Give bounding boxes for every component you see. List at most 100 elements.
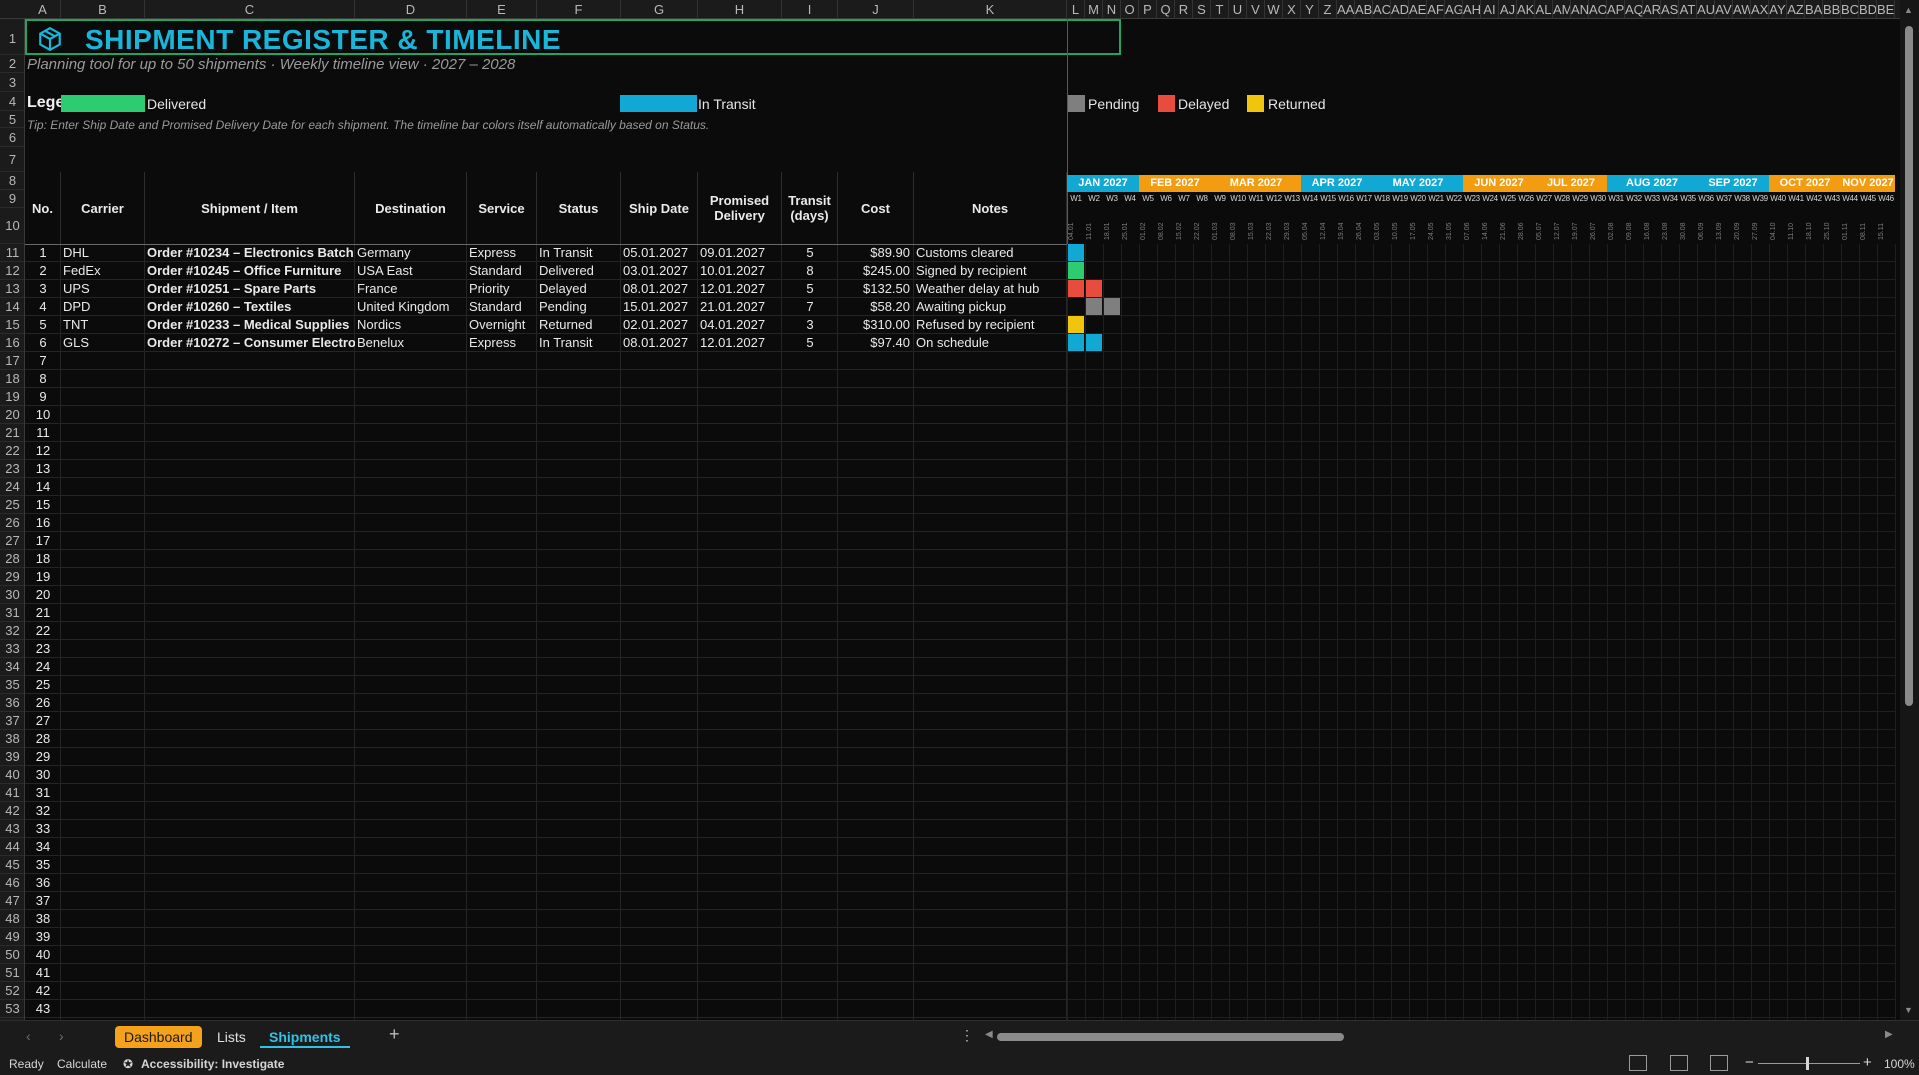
cell-ship-date[interactable]: 05.01.2027 <box>621 244 698 262</box>
cell-no[interactable]: 20 <box>25 586 61 604</box>
cell-carrier[interactable]: UPS <box>61 280 145 298</box>
cell-no[interactable]: 36 <box>25 874 61 892</box>
cell-cost[interactable]: $97.40 <box>838 334 914 352</box>
cell-no[interactable]: 29 <box>25 748 61 766</box>
header-notes[interactable]: Notes <box>914 172 1067 244</box>
cell-transit-days[interactable]: 8 <box>782 262 838 280</box>
column-header-e[interactable]: E <box>467 0 537 19</box>
cell-no[interactable]: 37 <box>25 892 61 910</box>
row-header[interactable]: 31 <box>0 604 24 622</box>
column-header-ae[interactable]: AE <box>1409 0 1427 19</box>
row-header[interactable]: 18 <box>0 370 24 388</box>
cell-no[interactable]: 35 <box>25 856 61 874</box>
cell-no[interactable]: 11 <box>25 424 61 442</box>
column-header-g[interactable]: G <box>621 0 698 19</box>
column-header-ac[interactable]: AC <box>1373 0 1391 19</box>
cell-destination[interactable]: Germany <box>355 244 467 262</box>
header-cost[interactable]: Cost <box>838 172 914 244</box>
cell-notes[interactable]: Signed by recipient <box>914 262 1067 280</box>
header-status[interactable]: Status <box>537 172 621 244</box>
cell-status[interactable]: In Transit <box>537 334 621 352</box>
column-header-am[interactable]: AM <box>1553 0 1571 19</box>
row-header[interactable]: 1 <box>0 19 24 55</box>
cell-service[interactable]: Priority <box>467 280 537 298</box>
cell-no[interactable]: 18 <box>25 550 61 568</box>
column-header-at[interactable]: AT <box>1679 0 1697 19</box>
column-header-p[interactable]: P <box>1139 0 1157 19</box>
cell-no[interactable]: 40 <box>25 946 61 964</box>
zoom-in-icon[interactable]: + <box>1863 1054 1872 1071</box>
zoom-slider-knob[interactable] <box>1806 1057 1809 1070</box>
cell-no[interactable]: 1 <box>25 244 61 262</box>
cell-no[interactable]: 43 <box>25 1000 61 1018</box>
header-transit-days[interactable]: Transit (days) <box>782 172 838 244</box>
tab-shipments[interactable]: Shipments <box>260 1026 350 1048</box>
column-header-o[interactable]: O <box>1121 0 1139 19</box>
cell-ship-date[interactable]: 02.01.2027 <box>621 316 698 334</box>
cell-no[interactable]: 4 <box>25 298 61 316</box>
column-header-ag[interactable]: AG <box>1445 0 1463 19</box>
cell-no[interactable]: 33 <box>25 820 61 838</box>
cell-no[interactable]: 9 <box>25 388 61 406</box>
cell-shipment-item[interactable]: Order #10233 – Medical Supplies <box>145 316 355 334</box>
column-header-ad[interactable]: AD <box>1391 0 1409 19</box>
header-promised-delivery[interactable]: Promised Delivery <box>698 172 782 244</box>
column-header-n[interactable]: N <box>1103 0 1121 19</box>
cell-notes[interactable]: Refused by recipient <box>914 316 1067 334</box>
cell-no[interactable]: 21 <box>25 604 61 622</box>
cell-cost[interactable]: $58.20 <box>838 298 914 316</box>
column-header-v[interactable]: V <box>1247 0 1265 19</box>
column-header-aa[interactable]: AA <box>1337 0 1355 19</box>
row-header[interactable]: 42 <box>0 802 24 820</box>
cell-shipment-item[interactable]: Order #10234 – Electronics Batch <box>145 244 355 262</box>
column-header-j[interactable]: J <box>838 0 914 19</box>
column-header-s[interactable]: S <box>1193 0 1211 19</box>
add-sheet-icon[interactable]: + <box>389 1024 400 1045</box>
cell-notes[interactable]: Customs cleared <box>914 244 1067 262</box>
cell-service[interactable]: Standard <box>467 262 537 280</box>
row-header[interactable]: 46 <box>0 874 24 892</box>
page-break-preview-icon[interactable] <box>1710 1055 1728 1071</box>
row-header[interactable]: 37 <box>0 712 24 730</box>
row-header[interactable]: 15 <box>0 316 24 334</box>
cell-ship-date[interactable]: 08.01.2027 <box>621 334 698 352</box>
cell-status[interactable]: Delivered <box>537 262 621 280</box>
row-header[interactable]: 30 <box>0 586 24 604</box>
zoom-slider[interactable] <box>1758 1063 1860 1064</box>
cell-no[interactable]: 27 <box>25 712 61 730</box>
row-header[interactable]: 19 <box>0 388 24 406</box>
row-header[interactable]: 14 <box>0 298 24 316</box>
row-header[interactable]: 11 <box>0 244 24 262</box>
column-header-z[interactable]: Z <box>1319 0 1337 19</box>
column-header-h[interactable]: H <box>698 0 782 19</box>
header-service[interactable]: Service <box>467 172 537 244</box>
cell-no[interactable]: 26 <box>25 694 61 712</box>
column-header-x[interactable]: X <box>1283 0 1301 19</box>
row-header[interactable]: 39 <box>0 748 24 766</box>
column-header-af[interactable]: AF <box>1427 0 1445 19</box>
cell-carrier[interactable]: DHL <box>61 244 145 262</box>
cell-ship-date[interactable]: 15.01.2027 <box>621 298 698 316</box>
cell-destination[interactable]: Nordics <box>355 316 467 334</box>
cell-shipment-item[interactable]: Order #10260 – Textiles <box>145 298 355 316</box>
cell-no[interactable]: 7 <box>25 352 61 370</box>
accessibility-status[interactable]: Accessibility: Investigate <box>141 1057 284 1071</box>
cell-cost[interactable]: $245.00 <box>838 262 914 280</box>
column-header-i[interactable]: I <box>782 0 838 19</box>
cell-no[interactable]: 22 <box>25 622 61 640</box>
column-header-m[interactable]: M <box>1085 0 1103 19</box>
zoom-level[interactable]: 100% <box>1884 1057 1915 1071</box>
column-header-as[interactable]: AS <box>1661 0 1679 19</box>
column-header-bd[interactable]: BD <box>1859 0 1877 19</box>
cell-destination[interactable]: United Kingdom <box>355 298 467 316</box>
cell-no[interactable]: 30 <box>25 766 61 784</box>
row-header[interactable]: 28 <box>0 550 24 568</box>
column-header-y[interactable]: Y <box>1301 0 1319 19</box>
cell-no[interactable]: 24 <box>25 658 61 676</box>
more-options-icon[interactable]: ⋮ <box>960 1027 974 1044</box>
cell-no[interactable]: 2 <box>25 262 61 280</box>
row-header[interactable]: 41 <box>0 784 24 802</box>
row-header[interactable]: 27 <box>0 532 24 550</box>
column-header-ah[interactable]: AH <box>1463 0 1481 19</box>
row-header[interactable]: 17 <box>0 352 24 370</box>
